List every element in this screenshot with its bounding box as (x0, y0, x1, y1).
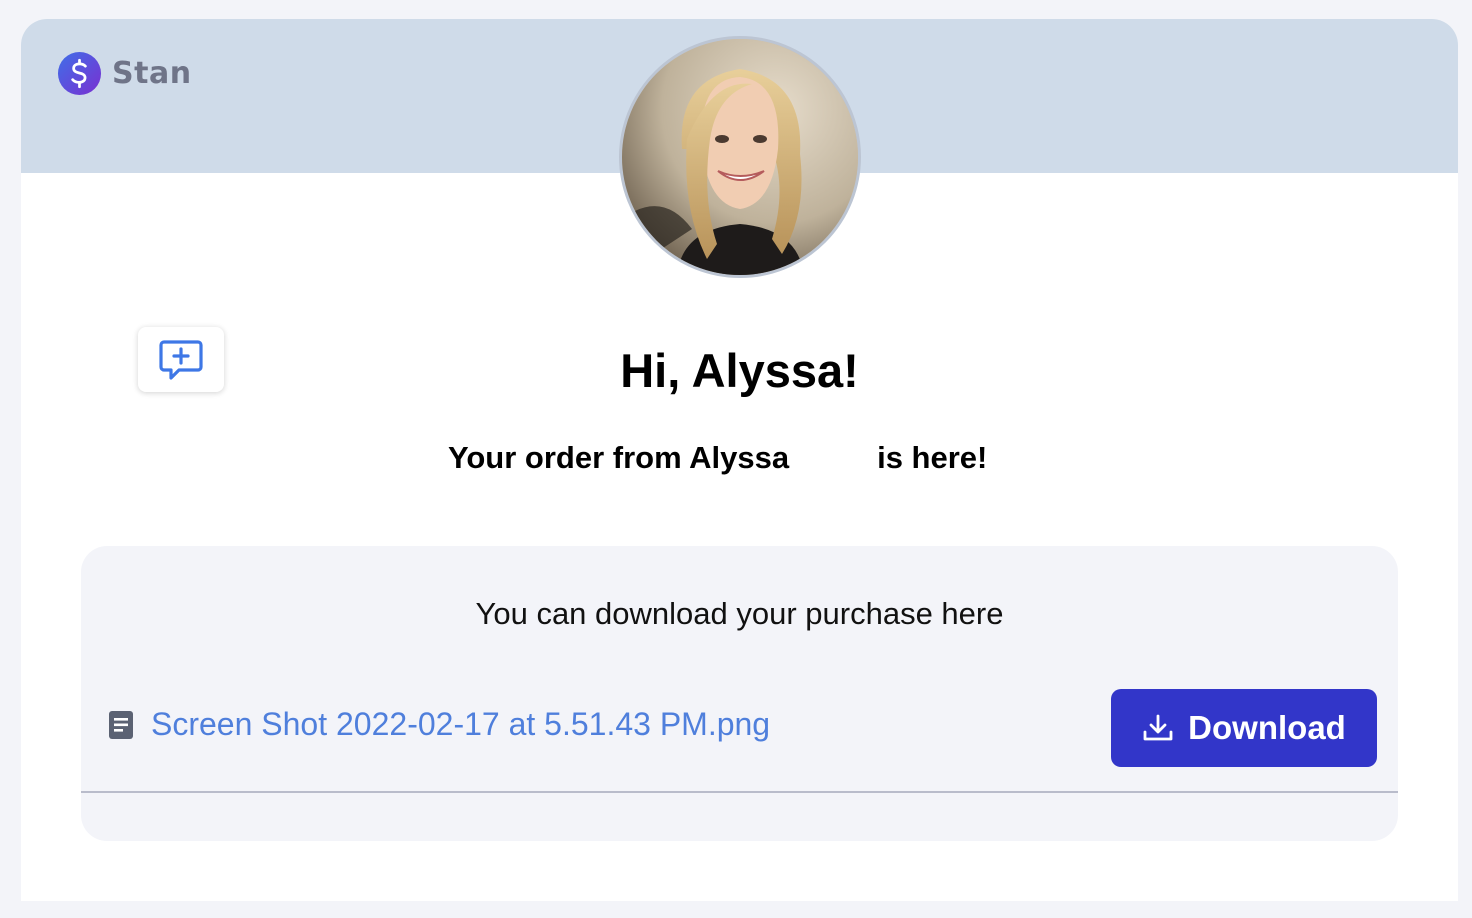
download-icon (1143, 714, 1173, 741)
order-card: Stan Hi, Alyssa! Your order from Alyssa … (21, 19, 1458, 901)
order-message-prefix: Your order from Alyssa (448, 440, 790, 475)
divider (81, 791, 1398, 793)
download-panel: You can download your purchase here Scre… (81, 546, 1398, 841)
order-message: Your order from Alyssa is here! (448, 440, 987, 476)
download-panel-heading: You can download your purchase here (475, 596, 1004, 631)
greeting-heading: Hi, Alyssa! (620, 344, 859, 397)
brand-name: Stan (112, 56, 192, 91)
order-message-suffix: is here! (877, 440, 988, 475)
file-link[interactable]: Screen Shot 2022-02-17 at 5.51.43 PM.png (151, 706, 770, 743)
file-row: Screen Shot 2022-02-17 at 5.51.43 PM.png (109, 706, 770, 743)
download-button-label: Download (1188, 709, 1346, 746)
stan-logo[interactable]: Stan (57, 51, 192, 96)
dollar-coin-icon (57, 51, 102, 96)
creator-avatar (619, 36, 861, 278)
document-icon (109, 710, 133, 739)
download-button[interactable]: Download (1111, 689, 1377, 767)
